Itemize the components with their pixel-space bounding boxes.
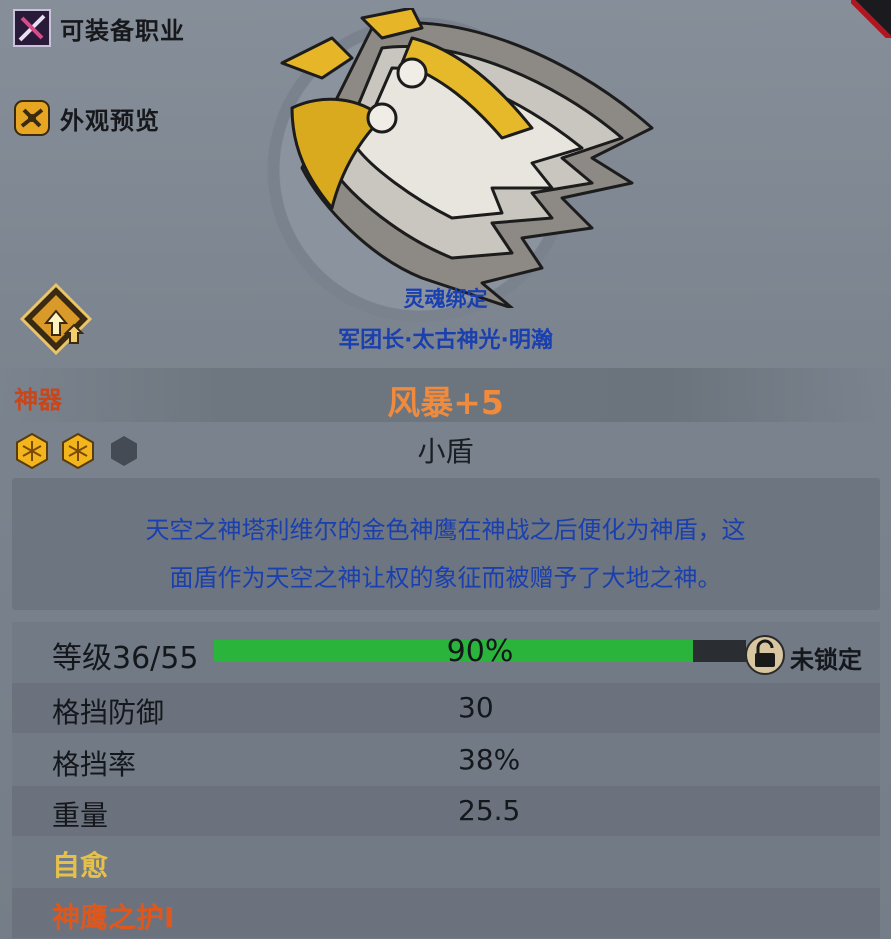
lock-status: 未锁定 (790, 646, 862, 674)
equippable-classes-button[interactable]: 可装备职业 (12, 8, 185, 48)
stat-value: 30 (458, 691, 494, 724)
lock-icon[interactable] (744, 634, 786, 676)
description-line: 面盾作为天空之神让权的象征而被赠予了大地之神。 (169, 564, 722, 592)
crossed-sword-icon (12, 8, 52, 48)
stat-value: 38% (458, 743, 521, 776)
stat-value: 25.5 (458, 794, 521, 827)
appearance-preview-button[interactable]: 外观预览 (12, 98, 160, 138)
hanger-icon (12, 98, 52, 138)
level-progress-bar: 90% (214, 634, 746, 669)
stat-label: 格挡率 (52, 748, 137, 781)
equippable-classes-label: 可装备职业 (60, 16, 185, 45)
stat-row: 格挡率 38% (12, 735, 880, 785)
description-line: 天空之神塔利维尔的金色神鹰在神战之后便化为神盾，这 (145, 516, 746, 544)
skill-row: 神鹰之护I (12, 888, 880, 938)
appearance-preview-label: 外观预览 (60, 106, 160, 135)
close-corner[interactable] (851, 0, 891, 38)
stat-label: 格挡防御 (52, 696, 165, 729)
winged-shield-icon (280, 8, 654, 308)
bound-owner-text: 军团长·太古神光·明瀚 (338, 328, 553, 353)
skill-label: 神鹰之护I (52, 901, 175, 934)
item-description: 天空之神塔利维尔的金色神鹰在神战之后便化为神盾，这 面盾作为天空之神让权的象征而… (30, 506, 861, 602)
item-type: 小盾 (417, 435, 474, 468)
skill-label: 自愈 (52, 849, 109, 882)
level-progress-text: 90% (446, 634, 514, 669)
skill-row: 自愈 (12, 836, 880, 886)
level-label: 等级36/55 (52, 641, 199, 676)
stat-row: 重量 25.5 (12, 786, 880, 836)
item-name: 风暴+5 (387, 383, 504, 422)
stat-label: 重量 (52, 799, 109, 832)
soul-bound-text: 灵魂绑定 (403, 287, 488, 311)
stat-row: 格挡防御 30 (12, 683, 880, 733)
